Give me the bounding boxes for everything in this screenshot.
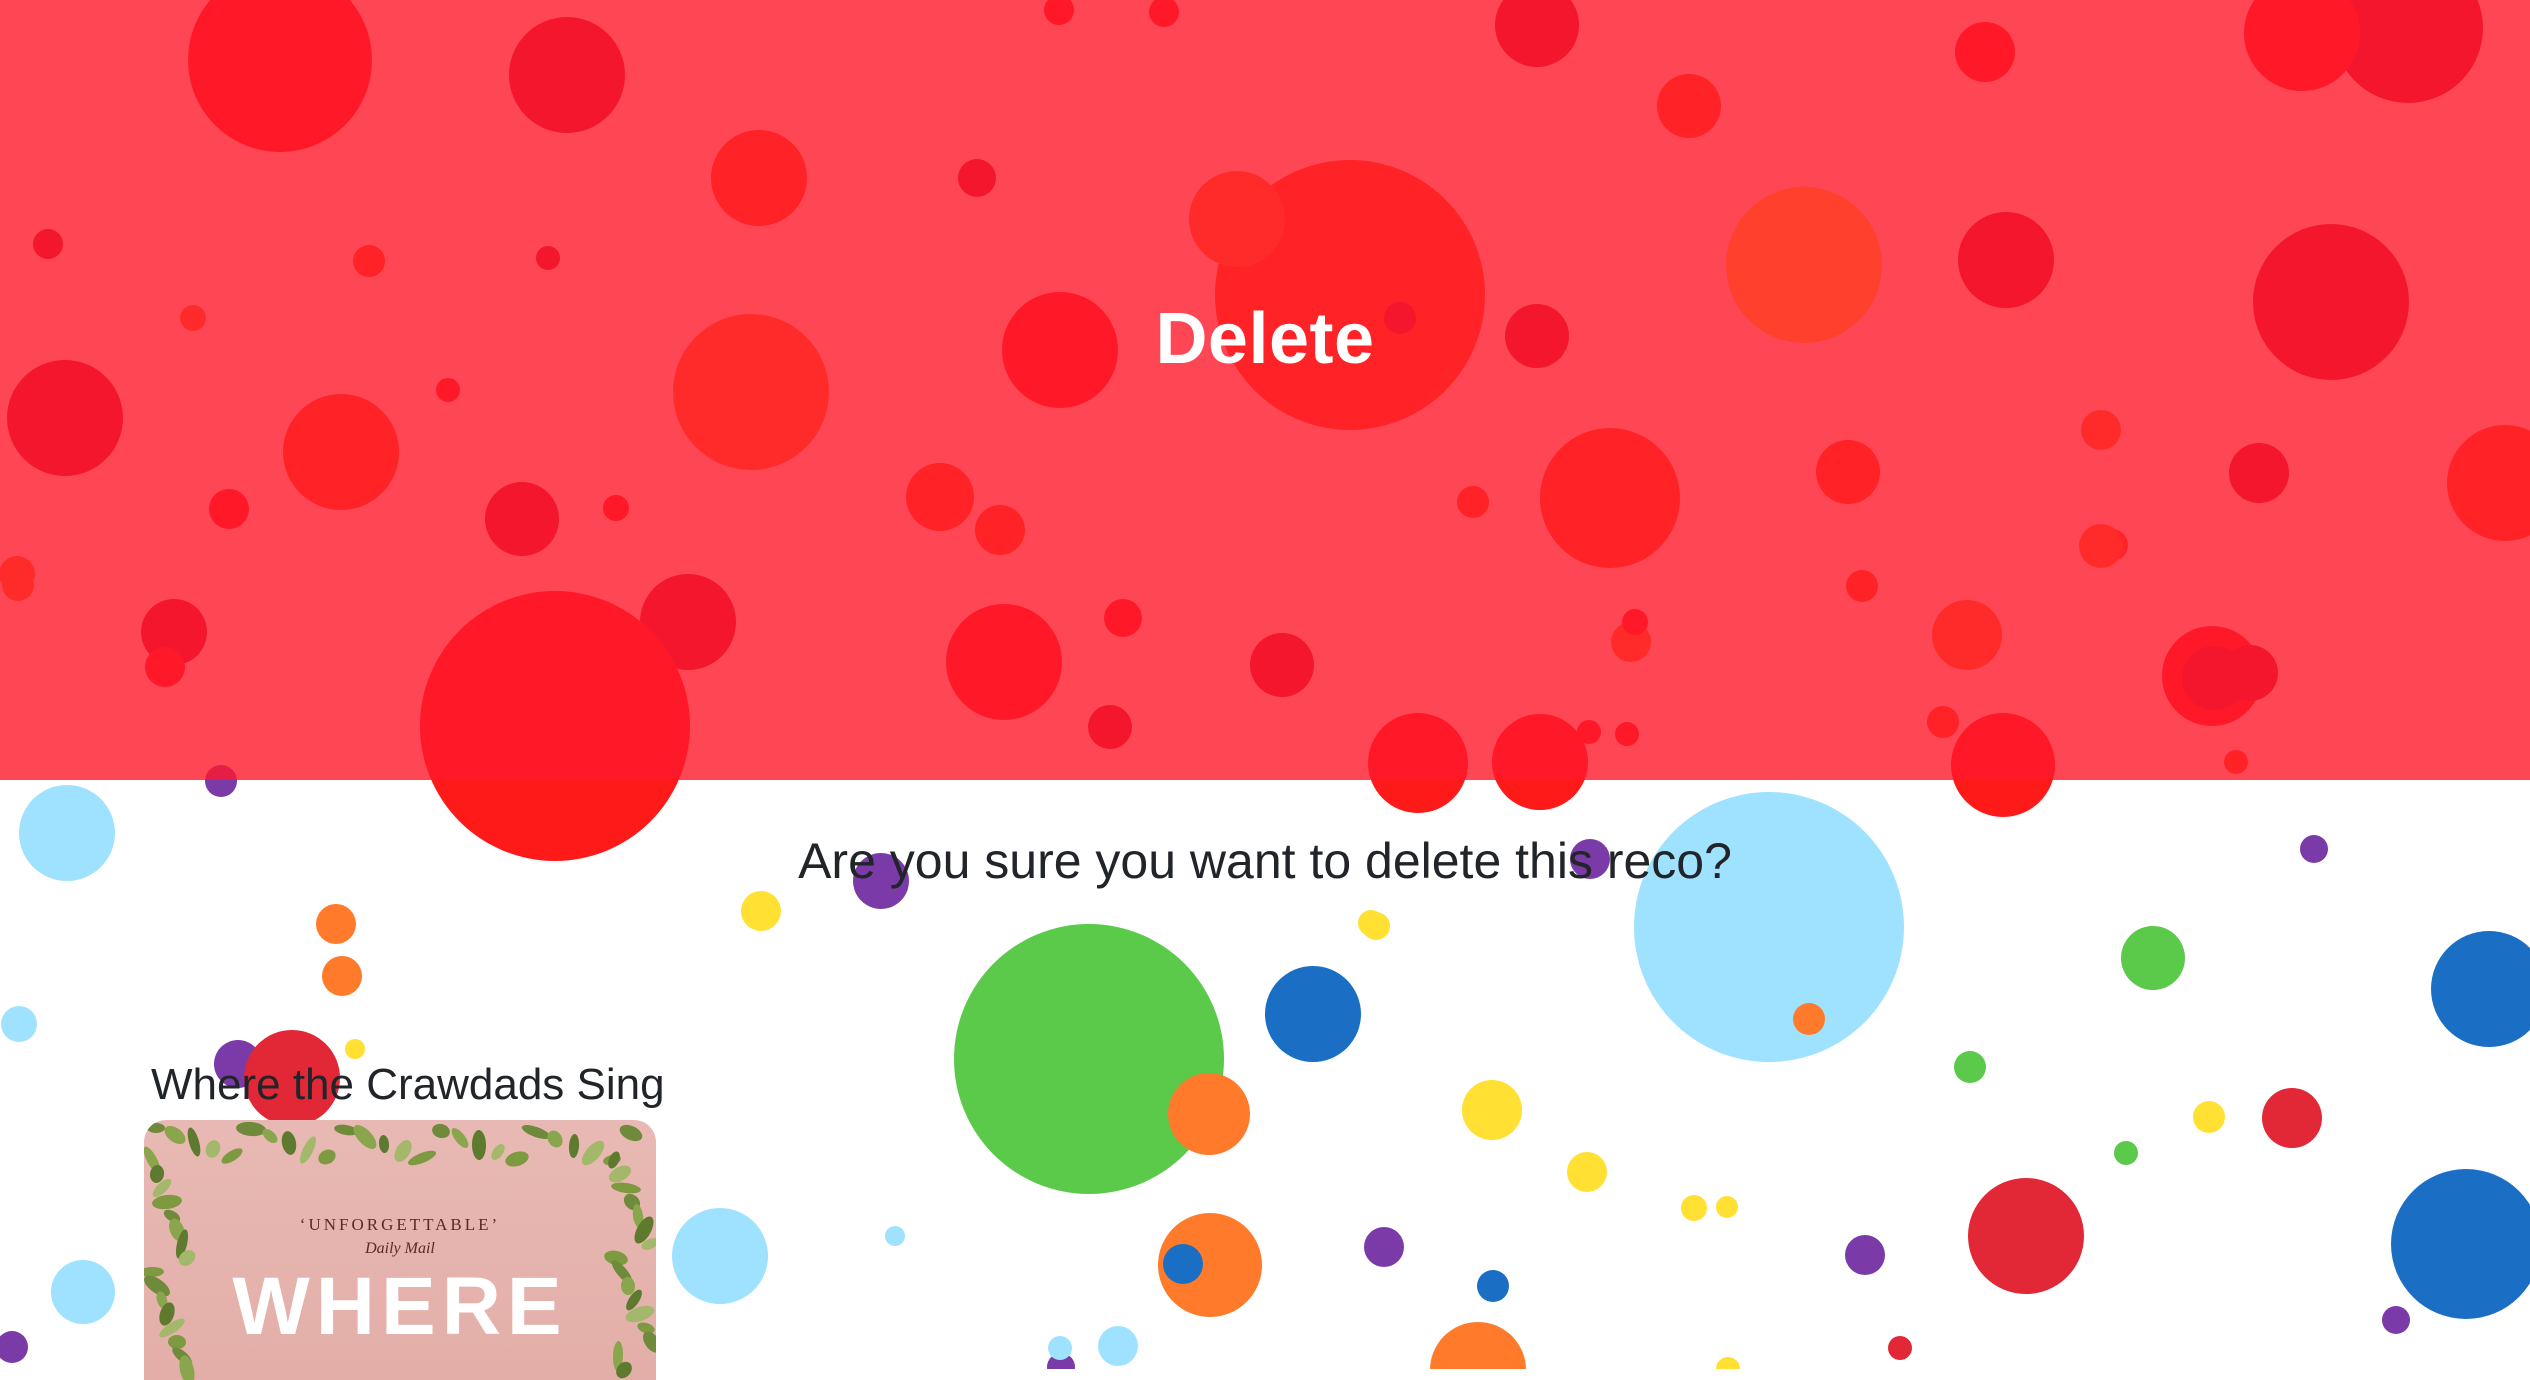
confetti-dot: [1681, 1195, 1707, 1221]
leaf-shape: [318, 1149, 336, 1165]
confetti-dot: [741, 891, 781, 931]
leaf-shape: [147, 1123, 165, 1133]
confetti-dot: [345, 1039, 365, 1059]
leaf-shape: [205, 1140, 221, 1158]
confetti-dot: [1364, 1227, 1404, 1267]
confetti-dot: [954, 924, 1224, 1194]
confetti-dot: [1567, 1152, 1607, 1192]
leaf-shape: [568, 1134, 580, 1158]
leaf-shape: [164, 1125, 186, 1145]
cover-source: Daily Mail: [365, 1240, 435, 1257]
confetti-dot: [1430, 1322, 1526, 1369]
confetti-dot: [1968, 1178, 2084, 1294]
leaf-shape: [581, 1140, 605, 1166]
confetti-dot: [672, 1208, 768, 1304]
confetti-dot: [1265, 966, 1361, 1062]
confetti-dot: [2382, 1306, 2410, 1334]
leaf-shape: [451, 1128, 469, 1148]
cover-quote: ‘UNFORGETTABLE’: [299, 1215, 501, 1234]
confetti-dot: [1168, 1073, 1250, 1155]
delete-banner: Delete: [0, 0, 2530, 780]
confetti-dot: [316, 904, 356, 944]
reco-title: Where the Crawdads Sing: [151, 1060, 665, 1109]
confetti-dot: [885, 1226, 905, 1246]
leaf-shape: [471, 1130, 487, 1160]
leaf-shape: [619, 1124, 643, 1142]
confetti-dot: [2431, 931, 2530, 1047]
reco-card[interactable]: Where the Crawdads Sing ‘UNFORGETTABLE’ …: [140, 1060, 665, 1380]
confetti-dot: [1, 1006, 37, 1042]
leaf-shape: [300, 1136, 316, 1164]
leaf-shape: [353, 1125, 377, 1149]
leaf-shape: [521, 1125, 551, 1139]
confetti-dot: [1098, 1326, 1138, 1366]
confetti-dot: [1462, 1080, 1522, 1140]
cover-title-word: WHERE: [232, 1261, 568, 1352]
confetti-dot: [51, 1260, 115, 1324]
leaf-shape: [491, 1144, 505, 1160]
confetti-dot: [1163, 1244, 1203, 1284]
confetti-dot: [0, 1331, 28, 1363]
confetti-dot: [1477, 1270, 1509, 1302]
book-cover-image[interactable]: ‘UNFORGETTABLE’ Daily Mail WHERE: [144, 1120, 656, 1380]
confetti-dot: [1845, 1235, 1885, 1275]
confetti-dot: [1048, 1336, 1072, 1360]
confetti-dot: [2391, 1169, 2530, 1319]
confetti-dot: [2262, 1088, 2322, 1148]
leaf-shape: [187, 1127, 201, 1157]
confetti-dot: [2193, 1101, 2225, 1133]
confetti-dot: [1362, 912, 1390, 940]
leaf-shape: [432, 1123, 450, 1139]
confetti-dot: [2114, 1141, 2138, 1165]
confetti-dot: [1793, 1003, 1825, 1035]
confirm-question: Are you sure you want to delete this rec…: [798, 833, 1732, 889]
leaf-shape: [378, 1135, 390, 1153]
leaf-shape: [547, 1130, 563, 1148]
confetti-dot: [1888, 1336, 1912, 1360]
confetti-dot: [1954, 1051, 1986, 1083]
leaf-shape: [611, 1182, 641, 1194]
confetti-dot: [2121, 926, 2185, 990]
confetti-dot: [1716, 1357, 1740, 1369]
confetti-dot: [322, 956, 362, 996]
leaf-shape: [281, 1131, 297, 1155]
leaf-shape: [236, 1121, 266, 1137]
page-title: Delete: [1155, 299, 1375, 379]
leaf-shape: [407, 1150, 437, 1166]
leaf-shape: [505, 1151, 529, 1167]
leaf-shape: [221, 1148, 243, 1164]
confetti-dot: [1716, 1196, 1738, 1218]
